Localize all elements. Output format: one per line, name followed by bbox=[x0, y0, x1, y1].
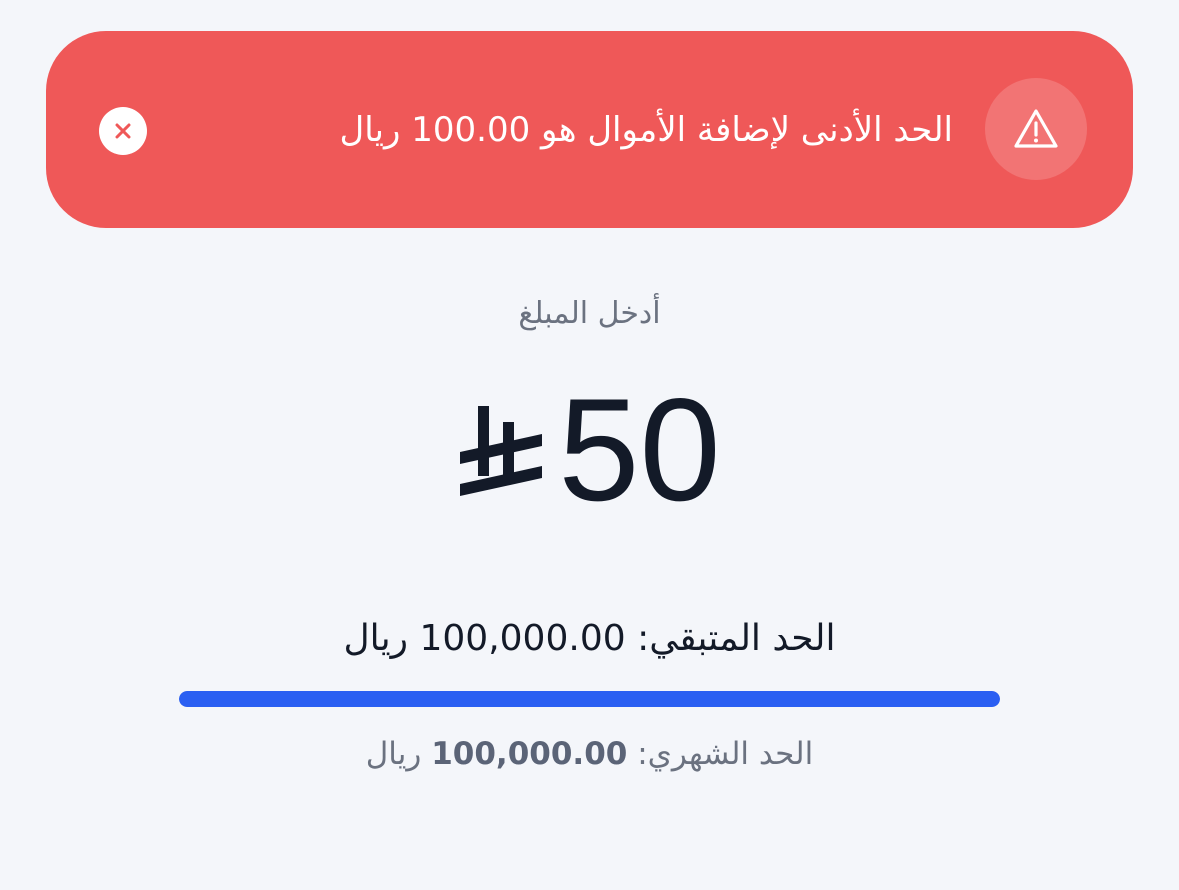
amount-value[interactable]: 50 bbox=[558, 377, 720, 523]
toast-close-button[interactable] bbox=[99, 107, 147, 155]
limit-progress-bar bbox=[179, 691, 1000, 707]
remaining-limit-label: الحد المتبقي: bbox=[637, 618, 836, 659]
limit-progress-fill bbox=[179, 691, 1000, 707]
toast-message: الحد الأدنى لإضافة الأموال هو 100.00 ريا… bbox=[339, 109, 953, 150]
warning-triangle-icon bbox=[1014, 109, 1058, 148]
error-toast: الحد الأدنى لإضافة الأموال هو 100.00 ريا… bbox=[46, 31, 1133, 228]
remaining-limit-value: 100,000.00 bbox=[419, 618, 626, 659]
remaining-limit-currency: ريال bbox=[343, 618, 409, 659]
monthly-limit: الحد الشهري: 100,000.00 ريال bbox=[0, 736, 1179, 772]
close-icon[interactable] bbox=[114, 122, 132, 140]
remaining-limit: الحد المتبقي: 100,000.00 ريال bbox=[0, 618, 1179, 659]
saudi-riyal-icon bbox=[460, 406, 543, 496]
monthly-limit-label: الحد الشهري: bbox=[637, 736, 814, 772]
amount-label: أدخل المبلغ bbox=[518, 296, 661, 331]
warning-icon-badge bbox=[985, 78, 1087, 180]
amount-input[interactable]: 50 bbox=[0, 377, 1179, 523]
monthly-limit-currency: ريال bbox=[365, 736, 422, 772]
monthly-limit-value: 100,000.00 bbox=[431, 736, 628, 772]
